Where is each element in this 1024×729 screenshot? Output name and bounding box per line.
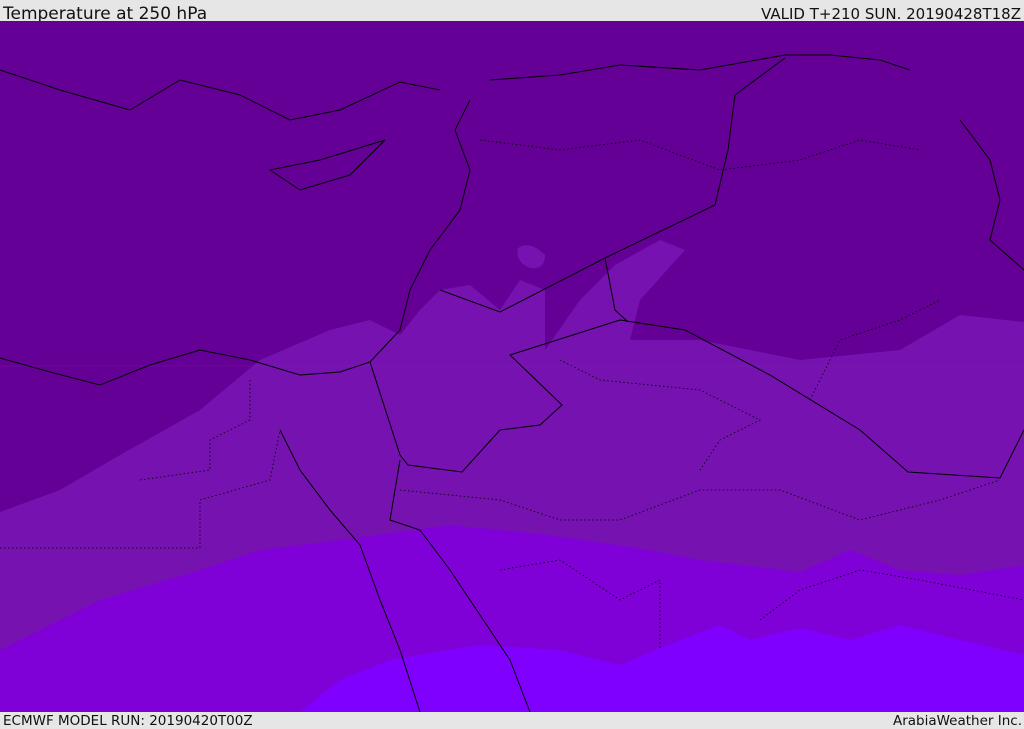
temperature-map <box>0 21 1024 712</box>
header-bar: Temperature at 250 hPa VALID T+210 SUN. … <box>0 0 1024 24</box>
model-run: ECMWF MODEL RUN: 20190420T00Z <box>3 713 253 729</box>
footer-bar: ECMWF MODEL RUN: 20190420T00Z ArabiaWeat… <box>0 712 1024 729</box>
credit: ArabiaWeather Inc. <box>892 713 1022 729</box>
